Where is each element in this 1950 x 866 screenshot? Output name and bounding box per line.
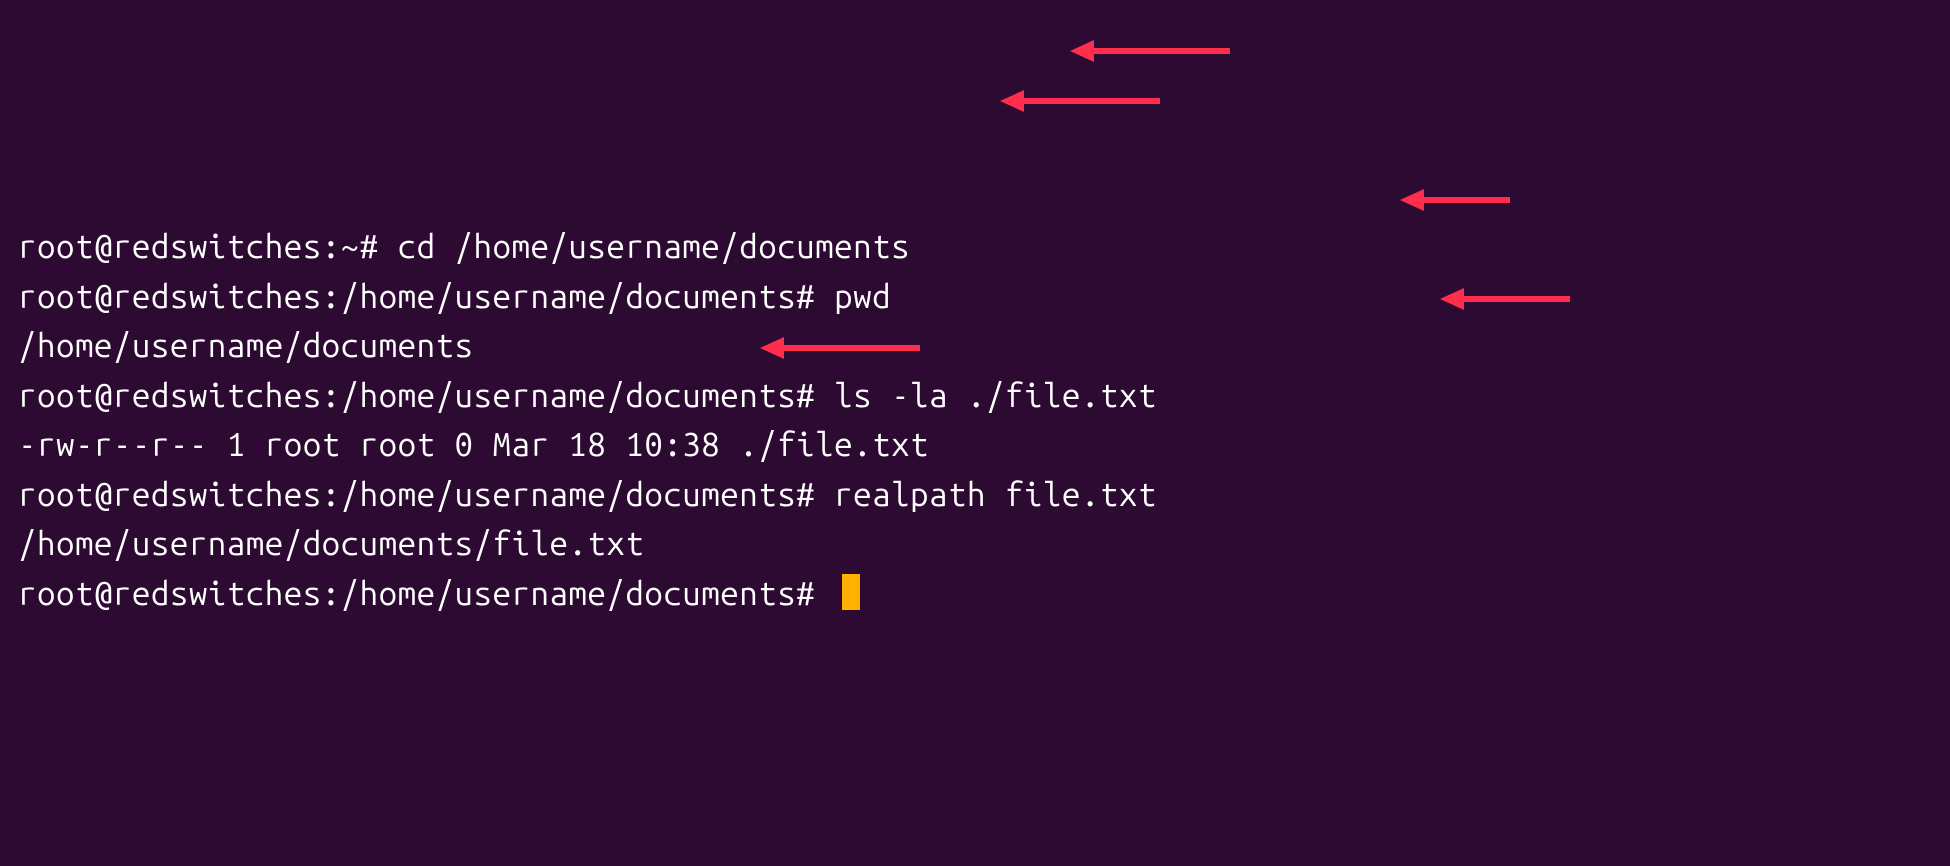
terminal-line: root@redswitches:/home/username/document…	[18, 272, 1932, 322]
terminal-line: /home/username/documents/file.txt	[18, 519, 1932, 569]
terminal-line: /home/username/documents	[18, 321, 1932, 371]
shell-command: ls -la ./file.txt	[834, 377, 1157, 414]
shell-prompt: root@redswitches:~#	[18, 228, 398, 265]
shell-prompt: root@redswitches:/home/username/document…	[18, 575, 834, 612]
shell-prompt: root@redswitches:/home/username/document…	[18, 377, 834, 414]
terminal-line: root@redswitches:/home/username/document…	[18, 470, 1932, 520]
terminal-line: -rw-r--r-- 1 root root 0 Mar 18 10:38 ./…	[18, 420, 1932, 470]
shell-command: realpath file.txt	[834, 476, 1157, 513]
terminal-line: root@redswitches:~# cd /home/username/do…	[18, 222, 1932, 272]
shell-output: /home/username/documents/file.txt	[18, 525, 644, 562]
shell-prompt: root@redswitches:/home/username/document…	[18, 476, 834, 513]
shell-output: -rw-r--r-- 1 root root 0 Mar 18 10:38 ./…	[18, 426, 929, 463]
shell-output: /home/username/documents	[18, 327, 474, 364]
cursor	[842, 574, 860, 610]
shell-prompt: root@redswitches:/home/username/document…	[18, 278, 834, 315]
terminal-line: root@redswitches:/home/username/document…	[18, 569, 1932, 619]
shell-command: cd /home/username/documents	[398, 228, 910, 265]
shell-command: pwd	[834, 278, 891, 315]
terminal-output[interactable]: root@redswitches:~# cd /home/username/do…	[18, 222, 1932, 618]
terminal-line: root@redswitches:/home/username/document…	[18, 371, 1932, 421]
